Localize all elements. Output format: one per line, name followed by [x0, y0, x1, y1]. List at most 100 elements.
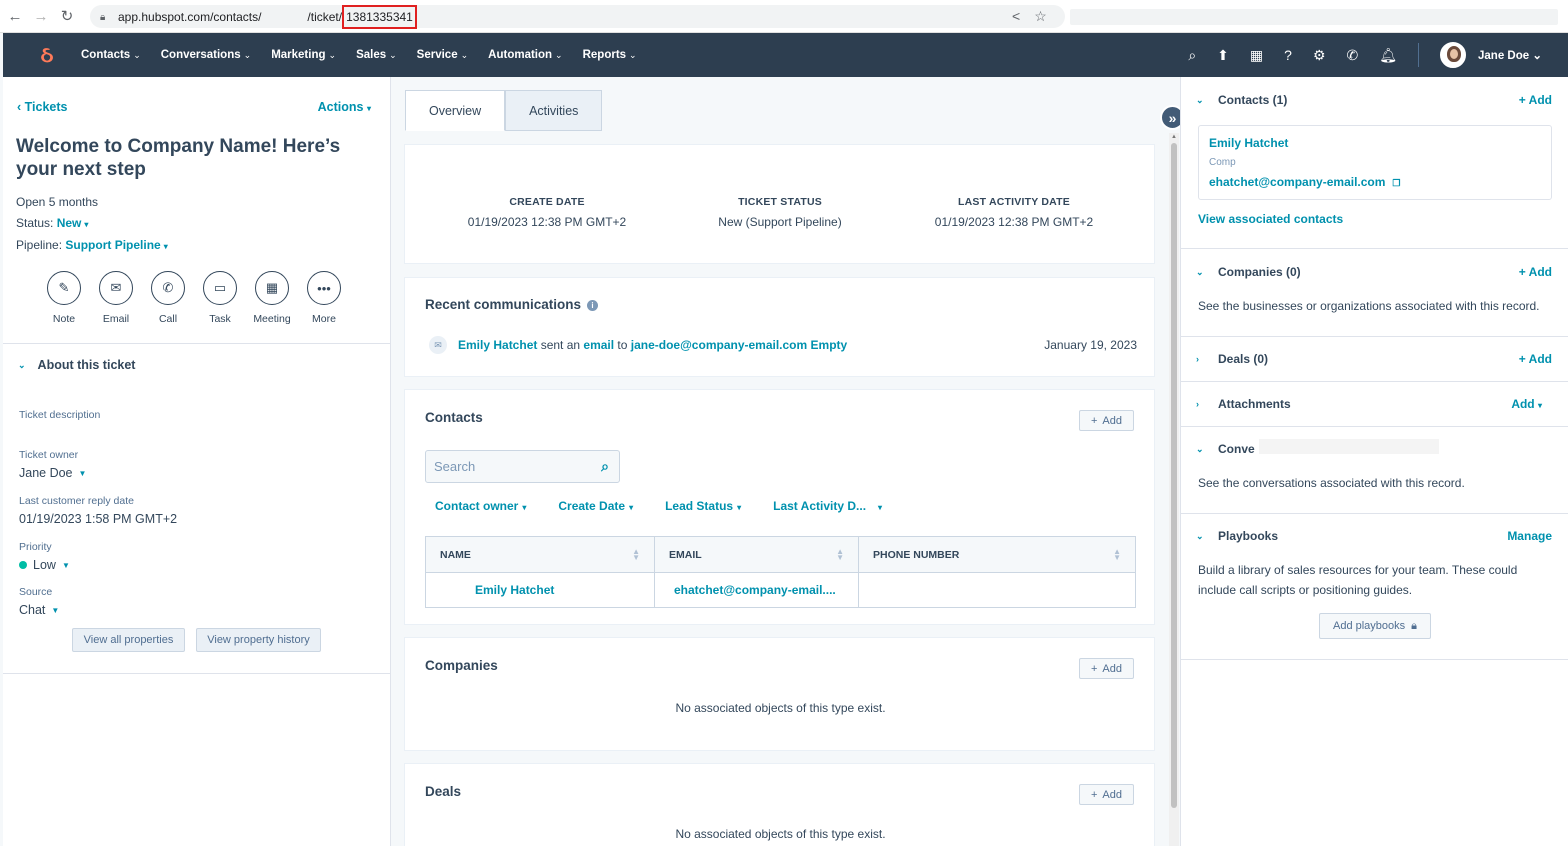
menu-marketing[interactable]: Marketing ⌄ — [271, 49, 336, 61]
contacts-search-input[interactable]: Search ⌕ — [425, 450, 620, 483]
filter-last-activity[interactable]: Last Activity D... ▾ — [773, 499, 882, 513]
view-property-history-button[interactable]: View property history — [196, 628, 321, 652]
filter-contact-owner[interactable]: Contact owner ▾ — [435, 499, 526, 513]
email-type-link[interactable]: email — [583, 338, 614, 352]
playbooks-section-header[interactable]: ⌄ Playbooks Manage — [1196, 529, 1552, 543]
communication-item[interactable]: ✉ Emily Hatchet sent an email to jane-do… — [429, 336, 1137, 354]
contacts-section-header[interactable]: ⌄ Contacts (1) + Add — [1196, 93, 1552, 107]
menu-service[interactable]: Service ⌄ — [417, 49, 468, 61]
note-action[interactable]: ✎ Note — [47, 271, 81, 325]
meeting-action[interactable]: ▦ Meeting — [253, 271, 291, 325]
task-action[interactable]: ▭ Task — [203, 271, 237, 325]
notifications-bell-icon[interactable]: 🔔︎ — [1379, 47, 1397, 64]
filter-lead-status[interactable]: Lead Status ▾ — [665, 499, 741, 513]
settings-gear-icon[interactable]: ⚙ — [1313, 47, 1326, 64]
copy-icon[interactable]: ❐ — [1392, 178, 1400, 188]
contact-email-link[interactable]: ehatchet@company-email.... — [655, 573, 859, 607]
deals-add-link[interactable]: + Add — [1519, 352, 1552, 366]
menu-conversations[interactable]: Conversations ⌄ — [161, 49, 251, 61]
priority-field[interactable]: Priority Low ▼ — [19, 541, 70, 572]
bookmark-star-icon[interactable]: ☆ — [1034, 8, 1047, 25]
upgrade-icon[interactable]: ⬆ — [1217, 47, 1229, 64]
sort-icon: ▲ ▼ — [632, 546, 640, 562]
quick-actions: ✎ Note ✉ Email ✆ Call ▭ Task ▦ Meeting ••• Mor… — [47, 271, 341, 325]
pipeline-dropdown[interactable]: Support Pipeline ▾ — [65, 238, 167, 252]
email-action[interactable]: ✉ Email — [99, 271, 133, 325]
playbooks-description: Build a library of sales resources for y… — [1198, 563, 1518, 597]
column-header-name[interactable]: NAME ▲ ▼ — [426, 537, 655, 572]
companies-add-link[interactable]: + Add — [1519, 265, 1552, 279]
contacts-filters: Contact owner ▾ Create Date ▾ Lead Status ▾… — [435, 499, 882, 513]
chevron-right-icon: › — [1196, 354, 1199, 364]
column-header-email[interactable]: EMAIL ▲ ▼ — [655, 537, 859, 572]
divider — [1181, 659, 1568, 660]
main-menu: Contacts ⌄ Conversations ⌄ Marketing ⌄ Sale… — [81, 49, 637, 61]
ticket-description-field[interactable]: Ticket description — [19, 409, 100, 421]
filter-create-date[interactable]: Create Date ▾ — [558, 499, 633, 513]
divider — [3, 343, 390, 344]
last-activity-stat: LAST ACTIVITY DATE 01/19/2023 12:38 PM GM… — [934, 196, 1094, 229]
actions-dropdown[interactable]: Actions ▾ — [318, 100, 371, 114]
view-all-properties-button[interactable]: View all properties — [72, 628, 185, 652]
column-header-phone[interactable]: PHONE NUMBER ▲ ▼ — [859, 537, 1135, 572]
avatar[interactable] — [1440, 42, 1467, 68]
status-dropdown[interactable]: New ▾ — [57, 216, 89, 230]
tab-overview[interactable]: Overview — [405, 90, 506, 131]
search-icon[interactable]: ⌕ — [601, 458, 609, 475]
playbooks-manage-link[interactable]: Manage — [1507, 529, 1552, 543]
middle-scrollbar[interactable]: ▲ — [1169, 133, 1179, 846]
tab-activities[interactable]: Activities — [505, 90, 603, 131]
subject-link[interactable]: Empty — [807, 338, 848, 352]
status-row: Status: New ▾ — [16, 216, 89, 230]
divider — [1181, 426, 1568, 427]
add-deal-button[interactable]: + Add — [1079, 784, 1134, 805]
deals-section-header[interactable]: › Deals (0) + Add — [1196, 352, 1552, 366]
url-main: app.hubspot.com/contacts/ — [118, 9, 262, 24]
calendar-icon: ▦ — [255, 271, 289, 305]
search-icon[interactable]: ⌕ — [1188, 47, 1196, 64]
menu-contacts[interactable]: Contacts ⌄ — [81, 49, 141, 61]
add-playbooks-button[interactable]: Add playbooks 🔒︎ — [1319, 613, 1431, 639]
address-bar[interactable]: 🔒︎ app.hubspot.com/contacts/ /ticket/ 13… — [90, 4, 1065, 29]
contacts-add-link[interactable]: + Add — [1519, 93, 1552, 107]
add-company-button[interactable]: + Add — [1079, 658, 1134, 679]
caret-down-icon: ▼ — [78, 468, 87, 478]
reload-icon[interactable]: ↻ — [56, 7, 78, 25]
nav-separator — [1418, 43, 1420, 67]
companies-section-header[interactable]: ⌄ Companies (0) + Add — [1196, 265, 1552, 279]
hubspot-logo-icon[interactable]: ઠ — [35, 43, 59, 67]
chevron-down-icon: ⌄ — [1196, 443, 1204, 454]
back-to-tickets-link[interactable]: ‹ Tickets — [17, 100, 68, 114]
calling-icon[interactable]: ✆ — [1347, 47, 1359, 64]
menu-reports[interactable]: Reports ⌄ — [583, 49, 637, 61]
call-action[interactable]: ✆ Call — [151, 271, 185, 325]
help-icon[interactable]: ? — [1284, 47, 1292, 63]
more-action[interactable]: ••• More — [307, 271, 341, 325]
source-field[interactable]: Source Chat ▼ — [19, 586, 59, 617]
phone-icon: ✆ — [151, 271, 185, 305]
scroll-up-arrow-icon[interactable]: ▲ — [1171, 134, 1177, 140]
view-associated-contacts-link[interactable]: View associated contacts — [1198, 212, 1343, 226]
ticket-status-stat: TICKET STATUS New (Support Pipeline) — [718, 196, 842, 229]
attachments-add-dropdown[interactable]: Add ▾ — [1511, 397, 1542, 411]
share-icon[interactable]: < — [1012, 8, 1020, 25]
forward-arrow-icon[interactable]: → — [30, 8, 52, 25]
menu-sales[interactable]: Sales ⌄ — [356, 49, 397, 61]
associated-contact-name[interactable]: Emily Hatchet — [1209, 136, 1288, 150]
hubspot-top-nav: ઠ Contacts ⌄ Conversations ⌄ Marketing ⌄ Sa… — [3, 33, 1568, 77]
contact-name-link[interactable]: Emily Hatchet — [426, 573, 655, 607]
ticket-owner-field[interactable]: Ticket owner Jane Doe ▼ — [19, 449, 86, 480]
info-icon[interactable]: i — [587, 300, 599, 311]
marketplace-icon[interactable]: ▦ — [1250, 47, 1263, 64]
ticket-title: Welcome to Company Name! Here’s your nex… — [16, 136, 341, 180]
sender-link[interactable]: Emily Hatchet — [458, 338, 537, 352]
attachments-section-header[interactable]: › Attachments Add ▾ — [1196, 397, 1552, 411]
menu-automation[interactable]: Automation ⌄ — [488, 49, 562, 61]
back-arrow-icon[interactable]: ← — [4, 8, 26, 25]
add-contact-button[interactable]: + Add — [1079, 410, 1134, 431]
about-section-toggle[interactable]: ⌄ About this ticket — [18, 358, 135, 372]
user-menu[interactable]: Jane Doe ⌄ — [1478, 48, 1542, 62]
associated-contact-email[interactable]: ehatchet@company-email.com ❐ — [1209, 175, 1401, 189]
recipient-link[interactable]: jane-doe@company-email.com — [631, 338, 807, 352]
scrollbar-thumb[interactable] — [1171, 143, 1177, 808]
